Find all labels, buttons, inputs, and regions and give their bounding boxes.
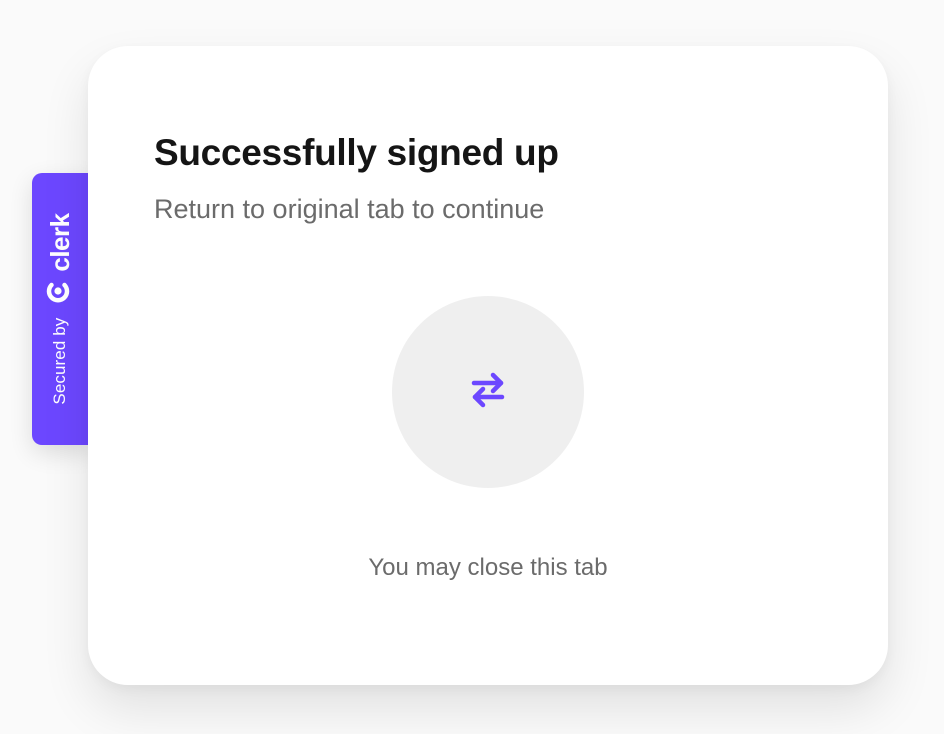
switch-arrows-icon	[466, 368, 510, 417]
icon-circle	[392, 296, 584, 488]
secured-by-clerk-badge[interactable]: Secured by clerk	[32, 173, 94, 445]
secured-by-label: Secured by	[50, 317, 69, 405]
subtitle: Return to original tab to continue	[154, 194, 545, 224]
clerk-wordmark: clerk	[44, 213, 75, 272]
close-tab-hint: You may close this tab	[368, 554, 608, 581]
success-card: Successfully signed up Return to origina…	[88, 46, 888, 685]
clerk-logo: clerk	[45, 213, 76, 303]
page-title: Successfully signed up	[154, 132, 559, 173]
clerk-logo-icon	[45, 278, 76, 304]
page: Secured by clerk Successfully signed up …	[0, 0, 944, 734]
